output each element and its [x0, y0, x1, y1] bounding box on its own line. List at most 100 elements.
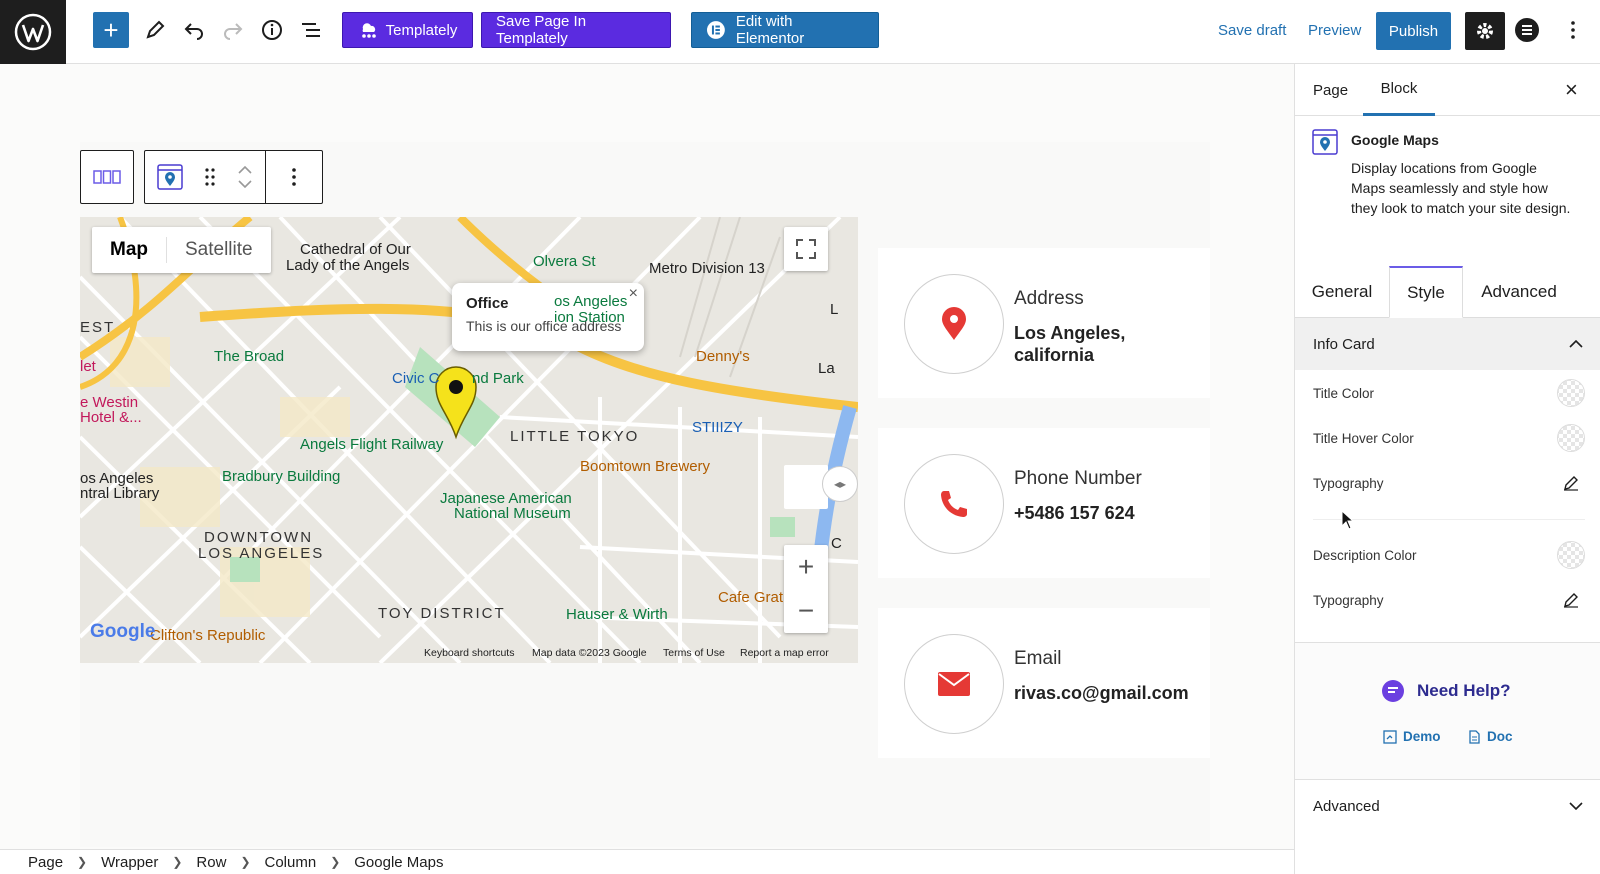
preview-button[interactable]: Preview: [1302, 12, 1367, 48]
map-label: C: [831, 535, 842, 552]
details-button[interactable]: [254, 12, 290, 48]
control-label: Title Color: [1313, 385, 1375, 401]
move-controls: [225, 166, 265, 188]
add-block-button[interactable]: +: [93, 12, 129, 48]
breadcrumb-item[interactable]: Wrapper: [101, 854, 158, 871]
close-info-window-icon[interactable]: ×: [629, 285, 638, 303]
edit-with-elementor-button[interactable]: Edit with Elementor: [691, 12, 879, 48]
map-label: nd Park: [472, 370, 524, 387]
map-label: Hauser & Wirth: [566, 606, 668, 623]
block-type-button[interactable]: [145, 163, 195, 191]
map-label: os Angeles: [554, 293, 628, 310]
document-icon: [1469, 729, 1480, 744]
map-data-attribution: Map data ©2023 Google: [532, 647, 647, 659]
panel-title: Info Card: [1313, 335, 1375, 353]
elementskit-button[interactable]: [1509, 12, 1545, 48]
info-card-panel-toggle[interactable]: Info Card: [1295, 318, 1600, 370]
undo-icon: [184, 23, 203, 40]
map-label: La: [818, 360, 835, 377]
pencil-icon: [146, 20, 165, 39]
info-card-address: Address Los Angeles, california: [878, 248, 1210, 398]
map-tab-map[interactable]: Map: [92, 227, 166, 273]
zoom-out-button[interactable]: −: [798, 589, 814, 633]
tab-style[interactable]: Style: [1389, 266, 1463, 318]
map-label: Civic C: [392, 370, 440, 387]
tab-page[interactable]: Page: [1313, 64, 1348, 116]
need-help-box: Need Help? Demo Doc: [1295, 642, 1600, 780]
plus-icon: +: [103, 15, 119, 45]
info-card-email: Email rivas.co@gmail.com: [878, 608, 1210, 758]
map-label: Olvera St: [533, 253, 596, 270]
card-title: Address: [1014, 288, 1084, 309]
save-draft-button[interactable]: Save draft: [1212, 12, 1292, 48]
color-swatch[interactable]: [1557, 541, 1585, 569]
list-view-button[interactable]: [293, 12, 329, 48]
tab-block[interactable]: Block: [1363, 64, 1435, 116]
wordpress-icon: [14, 13, 52, 51]
undo-button[interactable]: [176, 12, 212, 48]
control-label: Title Hover Color: [1313, 430, 1414, 446]
fullscreen-icon: [796, 239, 816, 259]
map-label: EST: [80, 319, 116, 336]
keyboard-shortcuts-link[interactable]: Keyboard shortcuts: [424, 647, 514, 659]
doc-label: Doc: [1487, 729, 1513, 744]
redo-button[interactable]: [215, 12, 251, 48]
card-value: Los Angeles, california: [1014, 323, 1126, 365]
move-down-icon[interactable]: [238, 180, 252, 188]
drag-icon: [205, 168, 215, 186]
gear-icon: [1477, 23, 1493, 39]
color-swatch[interactable]: [1557, 424, 1585, 452]
demo-link[interactable]: Demo: [1383, 729, 1441, 744]
save-in-templately-label: Save Page In Templately: [496, 13, 587, 47]
map-label: ion Station: [554, 309, 625, 326]
save-in-templately-button[interactable]: Save Page In Templately: [481, 12, 671, 48]
card-title: Phone Number: [1014, 468, 1142, 489]
publish-button[interactable]: Publish: [1376, 12, 1451, 50]
edit-pencil-icon[interactable]: [1563, 592, 1579, 608]
card-title: Email: [1014, 648, 1062, 669]
wordpress-logo-button[interactable]: [0, 0, 66, 64]
options-button[interactable]: [1555, 12, 1591, 48]
drag-handle[interactable]: [195, 167, 225, 187]
settings-button[interactable]: [1465, 12, 1505, 50]
map-label: LITTLE TOKYO: [510, 428, 640, 445]
terms-of-use-link[interactable]: Terms of Use: [663, 647, 725, 659]
breadcrumb-item-current[interactable]: Google Maps: [354, 854, 443, 871]
breadcrumb-item[interactable]: Row: [196, 854, 226, 871]
chevron-right-icon: ❯: [77, 855, 88, 869]
templately-button[interactable]: Templately: [342, 12, 473, 48]
tab-advanced[interactable]: Advanced: [1463, 266, 1575, 318]
block-options-button[interactable]: [266, 167, 322, 187]
plugin-logo-icon: [1515, 18, 1539, 42]
zoom-in-button[interactable]: +: [798, 545, 814, 589]
map-label: let: [80, 358, 96, 375]
advanced-panel-title: Advanced: [1313, 797, 1380, 815]
google-logo: Google: [90, 621, 156, 642]
title-color-control: Title Color: [1313, 378, 1585, 408]
breadcrumb-item[interactable]: Column: [265, 854, 317, 871]
fullscreen-button[interactable]: [784, 227, 828, 271]
map-label: STIIIZY: [692, 419, 743, 436]
doc-link[interactable]: Doc: [1467, 729, 1513, 744]
need-help-heading: Need Help?: [1381, 679, 1511, 703]
resize-handle-icon[interactable]: ◂▸: [822, 466, 858, 502]
tools-button[interactable]: [137, 12, 173, 48]
tab-general[interactable]: General: [1295, 266, 1389, 318]
parent-block-button[interactable]: [80, 150, 134, 204]
edit-pencil-icon[interactable]: [1563, 475, 1579, 491]
google-map[interactable]: Map Satellite + − ◂▸ Office This is our …: [80, 217, 858, 663]
report-map-error-link[interactable]: Report a map error: [740, 647, 829, 659]
close-sidebar-icon[interactable]: ×: [1565, 64, 1578, 116]
map-label: Cathedral of Our: [300, 241, 411, 258]
columns-icon: [93, 170, 121, 184]
card-value: +5486 157 624: [1014, 503, 1135, 523]
advanced-panel-toggle[interactable]: Advanced: [1295, 780, 1600, 832]
breadcrumb-item[interactable]: Page: [28, 854, 63, 871]
move-up-icon[interactable]: [238, 166, 252, 174]
map-tab-satellite[interactable]: Satellite: [167, 227, 271, 273]
map-block-icon: [1312, 129, 1338, 155]
color-swatch[interactable]: [1557, 379, 1585, 407]
map-label: Boomtown Brewery: [580, 458, 711, 475]
chevron-right-icon: ❯: [172, 855, 183, 869]
map-label: Denny's: [696, 348, 750, 365]
